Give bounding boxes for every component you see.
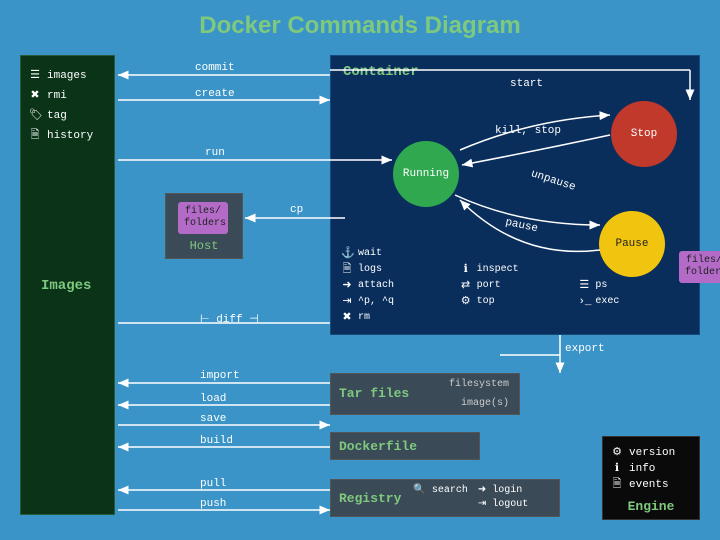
cmd-images: images <box>47 66 87 86</box>
cmd-search: 🔍 search <box>413 484 467 498</box>
lbl-start: start <box>510 78 543 90</box>
cmd-version: version <box>629 445 675 461</box>
diagram-title: Docker Commands Diagram <box>0 12 720 40</box>
lbl-create: create <box>195 88 235 100</box>
state-stop: Stop <box>611 101 677 167</box>
images-label: Images <box>41 278 91 294</box>
cmd-ps: ps <box>595 278 607 294</box>
doc-icon: 🗎 <box>29 126 41 146</box>
lbl-commit: commit <box>195 62 235 74</box>
files-folders-host: files/ folders <box>178 202 228 234</box>
container-panel: Container Running Stop Pause files/ fold… <box>330 55 700 335</box>
engine-label: Engine <box>611 499 691 514</box>
cmd-history: history <box>47 126 93 146</box>
engine-box: ⚙ version ℹinfo 🗎 events Engine <box>602 436 700 520</box>
tar-box: Tar files filesystem image(s) <box>330 373 520 415</box>
host-label: Host <box>166 239 242 253</box>
lbl-load: load <box>200 393 226 405</box>
container-commands: ⚓ wait 🗎 logs ℹ inspect ➜ attach ⇄ port ☰ ps ⇥… <box>341 246 689 326</box>
lbl-pull: pull <box>200 478 226 490</box>
state-running: Running <box>393 141 459 207</box>
lbl-import: import <box>200 370 240 382</box>
container-label: Container <box>343 64 419 80</box>
tar-images: image(s) <box>461 398 509 409</box>
cmd-inspect: inspect <box>477 262 519 278</box>
prompt-icon: ›_ <box>578 294 590 310</box>
cmd-port: port <box>477 278 501 294</box>
cmd-attach: attach <box>358 278 394 294</box>
lbl-save: save <box>200 413 226 425</box>
lbl-push: push <box>200 498 226 510</box>
enter-icon: ➜ <box>341 278 353 294</box>
tar-label: Tar files <box>339 386 409 401</box>
doc-icon: 🗎 <box>341 262 353 278</box>
exit-icon: ⇥ <box>341 294 353 310</box>
lbl-diff: ⊢ diff ⊣ <box>200 312 259 326</box>
cmd-rmi: rmi <box>47 86 67 106</box>
tag-icon: 🏷 <box>29 106 41 126</box>
swap-icon: ⇄ <box>460 278 472 294</box>
info-icon: ℹ <box>611 461 623 477</box>
images-panel: ☰ images ✖ rmi 🏷 tag 🗎 history Images <box>20 55 115 515</box>
cmd-login: ➜ login <box>478 484 528 498</box>
images-command-list: ☰ images ✖ rmi 🏷 tag 🗎 history <box>21 56 114 156</box>
cmd-rm: rm <box>358 310 370 326</box>
lbl-export: export <box>565 343 605 355</box>
cmd-wait: wait <box>358 246 382 262</box>
registry-box: Registry 🔍 search ➜ login ⇥ logout <box>330 479 560 517</box>
x-icon: ✖ <box>341 310 353 326</box>
cmd-info: info <box>629 461 655 477</box>
gear-icon: ⚙ <box>460 294 472 310</box>
cmd-events: events <box>629 477 669 493</box>
list-icon: ☰ <box>578 278 590 294</box>
cmd-tag: tag <box>47 106 67 126</box>
tar-filesystem: filesystem <box>449 379 509 390</box>
dockerfile-box: Dockerfile <box>330 432 480 460</box>
list-icon: ☰ <box>29 66 41 86</box>
registry-label: Registry <box>339 491 401 506</box>
cmd-logs: logs <box>358 262 382 278</box>
gear-icon: ⚙ <box>611 445 623 461</box>
anchor-icon: ⚓ <box>341 246 353 262</box>
info-icon: ℹ <box>460 262 472 278</box>
cmd-ctrl-pq: ^p, ^q <box>358 294 394 310</box>
lbl-build: build <box>200 435 233 447</box>
lbl-run: run <box>205 147 225 159</box>
doc-icon: 🗎 <box>611 477 623 493</box>
cmd-exec: exec <box>595 294 619 310</box>
lbl-cp: cp <box>290 204 303 216</box>
cmd-logout: ⇥ logout <box>478 498 528 512</box>
x-icon: ✖ <box>29 86 41 106</box>
cmd-top: top <box>477 294 495 310</box>
lbl-kill-stop: kill, stop <box>495 125 561 137</box>
